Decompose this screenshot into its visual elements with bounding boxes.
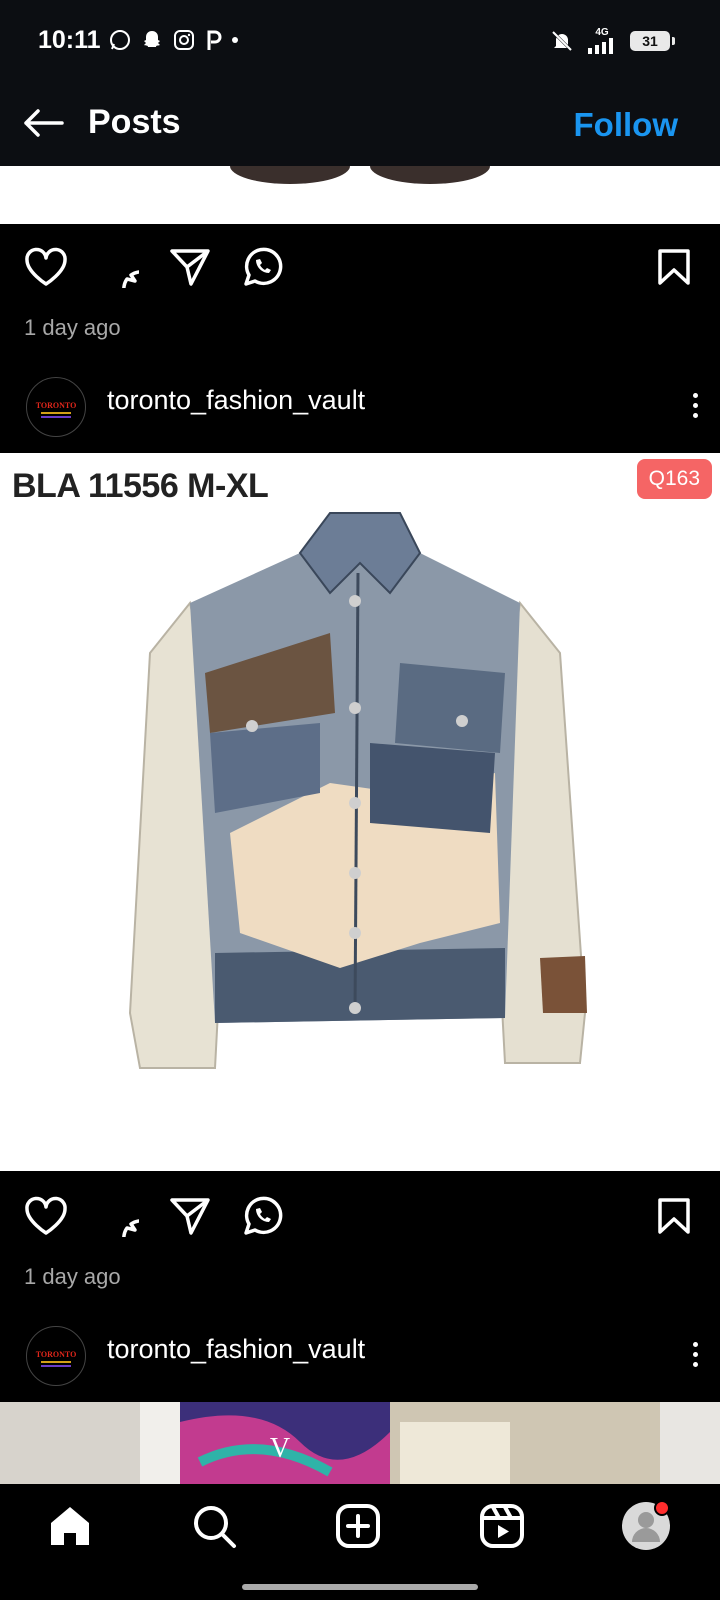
nav-search-button[interactable] bbox=[184, 1496, 244, 1556]
avatar[interactable]: TORONTO bbox=[26, 377, 86, 437]
svg-text:TORONTO: TORONTO bbox=[36, 1350, 77, 1359]
share-icon bbox=[170, 1198, 210, 1235]
more-notifications-dot bbox=[232, 37, 238, 43]
save-button[interactable] bbox=[650, 1192, 698, 1240]
notification-icons bbox=[108, 28, 238, 52]
denim-jacket-illustration bbox=[128, 512, 587, 1069]
mute-icon bbox=[551, 30, 573, 52]
more-options-button[interactable] bbox=[680, 385, 710, 425]
snapchat-notification-icon bbox=[144, 31, 160, 47]
next-post-image[interactable]: V bbox=[0, 1402, 720, 1484]
comment-button[interactable] bbox=[94, 1192, 142, 1240]
create-icon bbox=[336, 1504, 380, 1548]
heart-icon bbox=[25, 247, 67, 286]
more-options-button[interactable] bbox=[680, 1334, 710, 1374]
like-button[interactable] bbox=[22, 1192, 70, 1240]
svg-text:V: V bbox=[270, 1433, 290, 1464]
comment-icon bbox=[122, 1219, 139, 1237]
post-timestamp: 1 day ago bbox=[24, 315, 121, 340]
pinterest-notification-icon bbox=[207, 30, 222, 50]
follow-button[interactable]: Follow bbox=[574, 106, 678, 144]
svg-text:TORONTO: TORONTO bbox=[36, 401, 77, 410]
previous-post-image[interactable] bbox=[0, 166, 720, 224]
post-author-row: TORONTO toronto_fashion_vault bbox=[0, 1314, 720, 1394]
whatsapp-share-button[interactable] bbox=[238, 1192, 286, 1240]
whatsapp-share-button[interactable] bbox=[238, 243, 286, 291]
post-actions bbox=[0, 228, 720, 306]
nav-profile-button[interactable] bbox=[616, 1496, 676, 1556]
status-time: 10:11 bbox=[38, 26, 101, 54]
post-actions bbox=[0, 1177, 720, 1255]
nav-home-button[interactable] bbox=[40, 1496, 100, 1556]
bottom-navigation bbox=[0, 1484, 720, 1570]
whatsapp-icon bbox=[244, 247, 283, 286]
whatsapp-icon bbox=[244, 1196, 283, 1235]
post-author-username[interactable]: toronto_fashion_vault bbox=[107, 385, 365, 416]
instagram-notification-icon bbox=[174, 30, 194, 50]
post-author-row: TORONTO toronto_fashion_vault bbox=[0, 365, 720, 445]
signal-icon bbox=[588, 38, 613, 54]
post-timestamp: 1 day ago bbox=[24, 1264, 121, 1289]
save-button[interactable] bbox=[650, 243, 698, 291]
battery-icon: 31 bbox=[630, 31, 675, 51]
back-button[interactable] bbox=[20, 100, 66, 146]
page-title: Posts bbox=[88, 103, 181, 141]
like-button[interactable] bbox=[22, 243, 70, 291]
back-arrow-icon bbox=[24, 109, 64, 137]
heart-icon bbox=[25, 1196, 67, 1235]
bookmark-icon bbox=[658, 1198, 690, 1234]
bookmark-icon bbox=[658, 249, 690, 285]
share-icon bbox=[170, 249, 210, 286]
post-author-username[interactable]: toronto_fashion_vault bbox=[107, 1334, 365, 1365]
gesture-bar[interactable] bbox=[242, 1584, 478, 1590]
profile-icon bbox=[622, 1500, 670, 1550]
reels-icon bbox=[480, 1504, 524, 1548]
post-image[interactable]: BLA 11556 M-XL Q163 bbox=[0, 453, 720, 1171]
avatar[interactable]: TORONTO bbox=[26, 1326, 86, 1386]
comment-button[interactable] bbox=[94, 243, 142, 291]
share-button[interactable] bbox=[166, 243, 214, 291]
system-icons: 4G 31 bbox=[550, 27, 675, 54]
share-button[interactable] bbox=[166, 1192, 214, 1240]
nav-create-button[interactable] bbox=[328, 1496, 388, 1556]
comment-icon bbox=[122, 270, 139, 288]
home-icon bbox=[51, 1507, 89, 1545]
nav-reels-button[interactable] bbox=[472, 1496, 532, 1556]
search-icon bbox=[194, 1506, 236, 1548]
network-type: 4G bbox=[595, 27, 609, 38]
whatsapp-notification-icon bbox=[110, 30, 130, 50]
